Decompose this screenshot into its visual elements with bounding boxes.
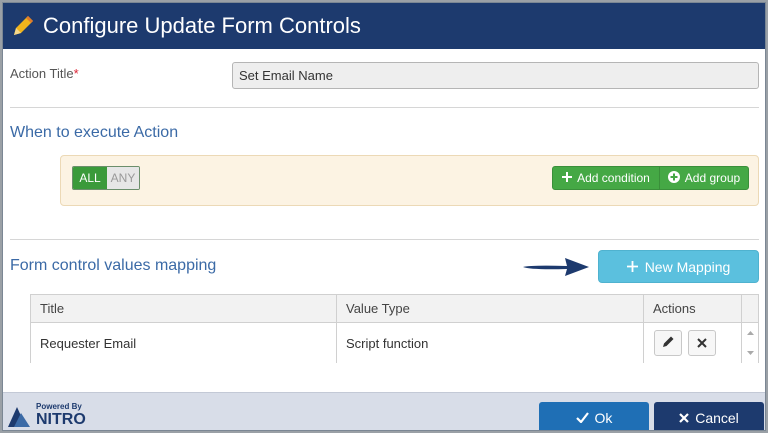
plus-icon <box>626 259 638 275</box>
close-icon <box>697 336 707 351</box>
required-mark: * <box>73 66 79 81</box>
dialog-footer: Powered By NITRO STUDIO™ Ok Cancel <box>3 392 765 430</box>
arrow-right-icon <box>523 258 589 276</box>
toggle-all[interactable]: ALL <box>73 167 107 189</box>
pencil-icon <box>3 3 43 49</box>
mapping-section-title: Form control values mapping <box>10 257 217 274</box>
add-condition-button[interactable]: Add condition <box>552 166 660 190</box>
pencil-icon <box>662 335 675 351</box>
ok-label: Ok <box>594 409 613 426</box>
new-mapping-label: New Mapping <box>644 258 731 275</box>
dialog-title: Configure Update Form Controls <box>43 13 361 38</box>
new-mapping-button[interactable]: New Mapping <box>598 250 759 283</box>
nitro-studio-logo: Powered By NITRO STUDIO™ <box>6 401 166 430</box>
row-actions <box>644 323 742 363</box>
execute-section-title: When to execute Action <box>10 124 179 141</box>
divider <box>10 239 759 240</box>
toggle-any[interactable]: ANY <box>107 167 139 189</box>
mapping-table: Title Value Type Actions Requester Email… <box>30 294 759 363</box>
add-group-button[interactable]: Add group <box>659 166 749 190</box>
table-scrollbar[interactable] <box>742 323 759 363</box>
ok-button[interactable]: Ok <box>539 402 649 430</box>
table-header: Title Value Type Actions <box>31 295 758 323</box>
row-title: Requester Email <box>31 323 337 363</box>
column-header-actions: Actions <box>644 295 742 322</box>
column-header-title: Title <box>31 295 337 322</box>
cancel-button[interactable]: Cancel <box>654 402 764 430</box>
action-title-input[interactable] <box>232 62 759 89</box>
plus-circle-icon <box>667 170 680 186</box>
column-header-value-type: Value Type <box>337 295 644 322</box>
check-icon <box>575 410 589 426</box>
table-row[interactable]: Requester Email Script function <box>31 323 758 363</box>
brand-name: NITRO STUDIO™ <box>36 411 112 430</box>
add-condition-label: Add condition <box>577 171 650 185</box>
row-value-type: Script function <box>337 323 644 363</box>
delete-row-button[interactable] <box>688 330 716 356</box>
powered-by-text: Powered By <box>36 402 82 411</box>
edit-row-button[interactable] <box>654 330 682 356</box>
plus-icon <box>562 171 573 185</box>
configure-dialog: Configure Update Form Controls Action Ti… <box>2 2 766 431</box>
action-title-label-text: Action Title <box>10 66 74 81</box>
header-scroll-spacer <box>742 295 759 322</box>
condition-builder: ALL ANY Add condition Add group <box>60 155 759 206</box>
action-title-label: Action Title* <box>10 66 79 81</box>
dialog-titlebar: Configure Update Form Controls <box>3 3 765 49</box>
close-icon <box>679 410 689 426</box>
all-any-toggle: ALL ANY <box>72 166 140 190</box>
add-group-label: Add group <box>684 171 741 185</box>
divider <box>10 107 759 108</box>
cancel-label: Cancel <box>695 409 739 426</box>
